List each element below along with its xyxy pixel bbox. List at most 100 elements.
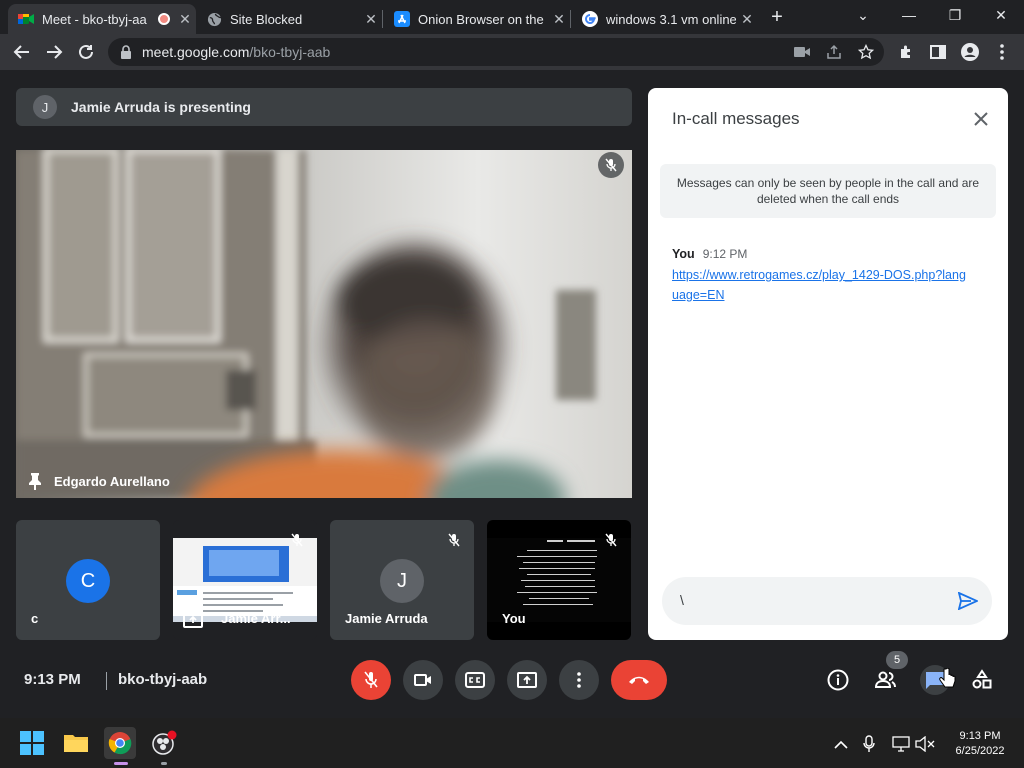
tab-close-icon[interactable]: ✕: [174, 11, 196, 28]
participant-tile-you[interactable]: You: [487, 520, 631, 640]
captions-button[interactable]: [455, 660, 495, 700]
obs-taskbar-button[interactable]: [148, 727, 180, 765]
close-panel-button[interactable]: [970, 108, 992, 130]
windows-taskbar: 9:13 PM 6/25/2022: [0, 718, 1024, 768]
main-video-tile[interactable]: Edgardo Aurellano: [16, 150, 632, 498]
start-button[interactable]: [16, 727, 48, 759]
camera-in-use-icon[interactable]: [790, 40, 814, 64]
meeting-clock: 9:13 PM: [24, 671, 81, 688]
present-screen-icon: [517, 672, 537, 688]
folder-icon: [64, 735, 88, 752]
participant-tile-presentation[interactable]: Jamie Arr...: [173, 520, 317, 640]
tab-title: Site Blocked: [230, 11, 303, 27]
mic-off-icon: [291, 533, 303, 547]
app-store-icon: [394, 11, 410, 27]
mic-off-icon: [605, 158, 617, 172]
tab-google-search[interactable]: windows 3.1 vm online ✕: [572, 4, 758, 34]
close-window-button[interactable]: ✕: [978, 4, 1024, 28]
participant-avatar: J: [380, 559, 424, 603]
file-explorer-button[interactable]: [60, 727, 92, 759]
back-button[interactable]: [10, 40, 34, 64]
mic-off-icon: [448, 533, 460, 547]
reload-button[interactable]: [74, 40, 98, 64]
meeting-details-button[interactable]: [824, 666, 852, 694]
participant-name: Jamie Arruda: [345, 611, 428, 626]
obs-recorder-icon: [152, 730, 177, 755]
people-icon: [874, 671, 896, 688]
message-link[interactable]: https://www.retrogames.cz/play_1429-DOS.…: [672, 265, 972, 305]
tab-close-icon[interactable]: ✕: [360, 11, 382, 28]
message-input[interactable]: \: [662, 577, 992, 625]
toggle-camera-button[interactable]: [403, 660, 443, 700]
mouse-cursor-hand-icon: [938, 667, 956, 695]
camera-icon: [414, 674, 431, 686]
meeting-code: bko-tbyj-aab: [118, 671, 208, 688]
message-sender: You: [672, 247, 695, 261]
present-now-button[interactable]: [507, 660, 547, 700]
message-input-value: \: [680, 592, 684, 608]
tab-close-icon[interactable]: ✕: [736, 11, 758, 28]
show-hidden-icons-button[interactable]: [830, 733, 852, 755]
new-tab-button[interactable]: +: [766, 6, 788, 28]
lock-icon: [120, 45, 132, 64]
message-time: 9:12 PM: [702, 247, 748, 261]
taskbar-time: 9:13 PM: [959, 730, 1001, 742]
tab-close-icon[interactable]: ✕: [548, 11, 570, 28]
address-bar[interactable]: meet.google.com/bko-tbyj-aab: [108, 38, 884, 66]
volume-tray-button[interactable]: [914, 733, 936, 755]
close-icon: [974, 112, 988, 126]
tab-separator: [382, 10, 383, 28]
profile-avatar-icon[interactable]: [958, 40, 982, 64]
leave-call-button[interactable]: [611, 660, 667, 700]
volume-muted-icon: [915, 736, 935, 752]
message-header: You 9:12 PM: [672, 247, 747, 261]
toggle-microphone-button[interactable]: [351, 660, 391, 700]
mic-off-icon: [605, 533, 617, 547]
presenting-banner: J Jamie Arruda is presenting: [16, 88, 632, 126]
minimize-button[interactable]: —: [886, 4, 932, 28]
chrome-taskbar-button[interactable]: [104, 727, 136, 765]
pin-icon[interactable]: [28, 472, 42, 490]
participant-name: You: [502, 611, 526, 626]
tab-separator: [570, 10, 571, 28]
tab-site-blocked[interactable]: Site Blocked ✕: [196, 4, 382, 34]
url-path: /bko-tbyj-aab: [249, 44, 331, 60]
tab-onion-browser[interactable]: Onion Browser on the ✕: [384, 4, 570, 34]
bookmark-star-icon[interactable]: [854, 40, 878, 64]
muted-badge: [598, 152, 624, 178]
tab-meet[interactable]: Meet - bko-tbyj-aa ✕: [8, 4, 196, 34]
muted-badge: [598, 527, 624, 553]
share-icon[interactable]: [822, 40, 846, 64]
hang-up-icon: [629, 676, 649, 684]
maximize-button[interactable]: ❐: [932, 4, 978, 28]
send-button[interactable]: [956, 589, 980, 613]
taskbar-date: 6/25/2022: [955, 745, 1005, 757]
in-call-messages-panel: In-call messages Messages can only be se…: [648, 88, 1008, 640]
forward-arrow-icon: [47, 45, 63, 59]
extensions-puzzle-icon[interactable]: [894, 40, 918, 64]
activities-button[interactable]: [968, 666, 996, 694]
chrome-menu-icon[interactable]: [990, 40, 1014, 64]
recording-indicator-icon: [158, 13, 170, 25]
chrome-icon: [108, 732, 132, 755]
url-text: meet.google.com/bko-tbyj-aab: [142, 44, 330, 60]
camera-feed-image: [16, 150, 632, 498]
more-vert-icon: [577, 672, 581, 688]
windows-logo-icon: [20, 731, 44, 755]
panel-title: In-call messages: [672, 109, 800, 128]
microphone-tray-button[interactable]: [858, 733, 880, 755]
people-button[interactable]: [872, 666, 900, 694]
closed-captions-icon: [465, 672, 485, 688]
meeting-controls-bar: 9:13 PM bko-tbyj-aab 5: [0, 632, 1024, 716]
forward-button[interactable]: [42, 40, 66, 64]
side-panel-icon[interactable]: [926, 40, 950, 64]
taskbar-clock[interactable]: 9:13 PM 6/25/2022: [945, 729, 1015, 759]
tab-search-button[interactable]: ⌄: [840, 4, 886, 28]
participant-tile-jamie[interactable]: J Jamie Arruda: [330, 520, 474, 640]
participant-name: Jamie Arr...: [221, 611, 291, 626]
microphone-icon: [863, 735, 875, 752]
presenter-avatar: J: [33, 95, 57, 119]
network-tray-button[interactable]: [890, 733, 912, 755]
participant-tile-c[interactable]: C c: [16, 520, 160, 640]
more-options-button[interactable]: [559, 660, 599, 700]
